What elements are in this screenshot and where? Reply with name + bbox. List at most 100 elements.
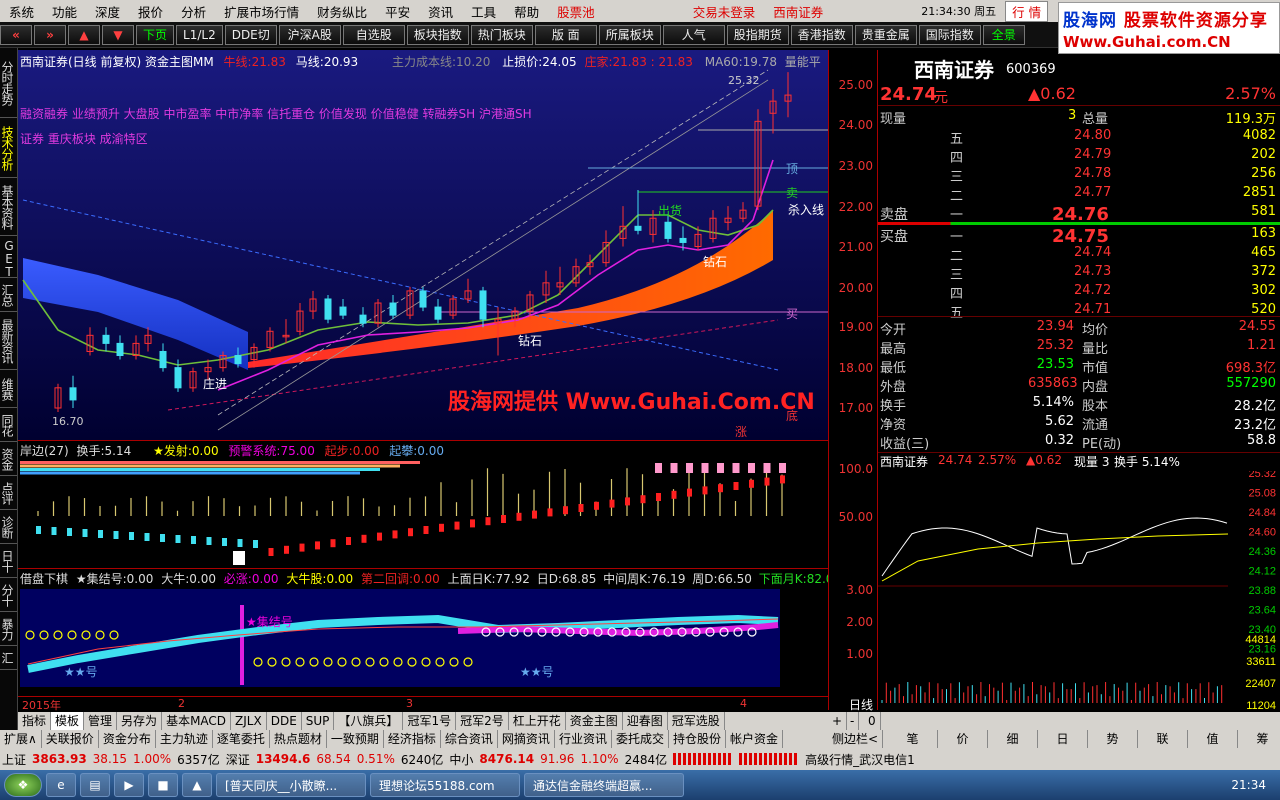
left-tab-latest-news[interactable]: 最新资讯 [0,312,17,370]
menu-analysis[interactable]: 分析 [172,2,215,21]
indicator-panel-chess[interactable]: 借盘下棋 ★集结号:0.00 大牛:0.00 必涨:0.00 大牛股:0.00 … [18,568,841,696]
menu-news[interactable]: 资讯 [419,2,462,21]
sector-index-button[interactable]: 板块指数 [406,24,469,45]
reset-icon[interactable]: 0 [864,712,881,730]
bid-row[interactable]: 一 24.75 163 [878,226,1280,247]
up-arrow-icon[interactable]: ▲ [68,24,100,45]
left-tab-get[interactable]: GET [0,236,17,278]
quote-side-tab[interactable]: 筹 [1238,730,1280,748]
indicator-panel-anbian[interactable]: 岸边(27) 换手:5.14 ★发射:0.00 预警系统:75.00 起步:0.… [18,440,828,568]
function-tab-1[interactable]: 关联报价 [42,730,99,748]
quote-side-tab[interactable]: 日 [1038,730,1088,748]
watchlist-button[interactable]: 自选股 [342,24,405,45]
ask-row[interactable]: 五 24.80 4082 [878,128,1280,147]
quote-side-tab[interactable]: 笔 [888,730,938,748]
app-icon[interactable]: ■ [148,773,178,797]
function-tab-2[interactable]: 资金分布 [99,730,156,748]
indicator-tab-11[interactable]: 杠上开花 [509,712,566,730]
ask-row[interactable]: 四 24.79 202 [878,147,1280,166]
bid-row[interactable]: 二 24.74 465 [878,245,1280,264]
hot-sector-button[interactable]: 热门板块 [470,24,533,45]
popularity-button[interactable]: 人气 [662,24,725,45]
left-tab-violent[interactable]: 暴力 [0,612,17,646]
function-tab-0[interactable]: 扩展∧ [0,730,42,748]
indicator-tab-13[interactable]: 迎春图 [623,712,668,730]
panorama-button[interactable]: 全景 [982,24,1025,45]
function-tab-8[interactable]: 综合资讯 [441,730,498,748]
taskbar-item-forum[interactable]: [普天同庆__小散瞭... [216,773,366,797]
left-tab-fundamentals[interactable]: 基本资料 [0,178,17,236]
left-tab-tonghua[interactable]: 同花 [0,408,17,442]
indicator-tab-5[interactable]: ZJLX [231,712,267,730]
intl-index-button[interactable]: 国际指数 [918,24,981,45]
function-tab-10[interactable]: 行业资讯 [555,730,612,748]
l1l2-button[interactable]: L1/L2 [176,24,223,45]
menu-system[interactable]: 系统 [0,2,43,21]
menu-help[interactable]: 帮助 [505,2,548,21]
menu-pingan[interactable]: 平安 [376,2,419,21]
left-tab-technical[interactable]: 技术分析 [0,118,17,178]
indicator-tab-4[interactable]: 基本MACD [162,712,232,730]
next-page-icon[interactable]: » [34,24,66,45]
own-sector-button[interactable]: 所属板块 [598,24,661,45]
intraday-chart[interactable]: 25.32 25.08 24.84 24.60 24.36 24.12 23.88 23.64… [878,471,1280,711]
prev-page-icon[interactable]: « [0,24,32,45]
function-tab-6[interactable]: 一致预期 [327,730,384,748]
indicator-tab-3[interactable]: 另存为 [117,712,163,730]
indicator-tab-1[interactable]: 模板 [51,712,85,730]
bid-row[interactable]: 三 24.73 372 [878,264,1280,283]
next-page-button[interactable]: 下页 [136,24,175,45]
indicator-tab-2[interactable]: 管理 [84,712,118,730]
kline-main-chart[interactable]: 西南证券(日线 前复权) 资金主图MM 牛线:21.83 马线:20.93 主力… [18,50,828,440]
server-name[interactable]: 高级行情_武汉电信1 [805,751,915,768]
chart-app-icon[interactable]: ▲ [182,773,212,797]
media-icon[interactable]: ▶ [114,773,144,797]
quote-side-tab[interactable]: 值 [1188,730,1238,748]
ie-icon[interactable]: e [46,773,76,797]
function-tab-11[interactable]: 委托成交 [612,730,669,748]
sidebar-toggle-button[interactable]: 侧边栏< [828,730,884,748]
function-tab-3[interactable]: 主力轨迹 [156,730,213,748]
menu-stock-pool[interactable]: 股票池 [548,2,604,21]
quote-button[interactable]: 行 情 [1005,0,1049,22]
dde-switch-button[interactable]: DDE切 [224,24,277,45]
zoom-out-icon[interactable]: - [846,712,860,730]
left-tab-intraday[interactable]: 分时走势 [0,48,17,118]
function-tab-9[interactable]: 网摘资讯 [498,730,555,748]
indicator-tab-14[interactable]: 冠军选股 [668,712,725,730]
period-label[interactable]: 日线 [849,696,873,713]
indicator-tab-0[interactable]: 指标 [18,712,52,730]
menu-depth[interactable]: 深度 [86,2,129,21]
left-tab-summary[interactable]: 汇总 [0,278,17,312]
login-status[interactable]: 交易未登录 [684,2,765,21]
indicator-tab-6[interactable]: DDE [267,712,302,730]
down-arrow-icon[interactable]: ▼ [102,24,134,45]
left-tab-min10[interactable]: 分十 [0,578,17,612]
indicator-tab-9[interactable]: 冠军1号 [403,712,457,730]
function-tab-7[interactable]: 经济指标 [384,730,441,748]
function-tab-5[interactable]: 热点题材 [270,730,327,748]
left-tab-day10[interactable]: 日十 [0,544,17,578]
quote-side-tab[interactable]: 价 [938,730,988,748]
ask-row[interactable]: 三 24.78 256 [878,166,1280,185]
folder-icon[interactable]: ▤ [80,773,110,797]
function-tab-13[interactable]: 帐户资金 [726,730,783,748]
taskbar-item-lixiang[interactable]: 理想论坛55188.com [370,773,520,797]
left-tab-diagnose[interactable]: 诊断 [0,510,17,544]
menu-quote[interactable]: 报价 [129,2,172,21]
indicator-tab-12[interactable]: 资金主图 [566,712,623,730]
left-tab-funds[interactable]: 资金 [0,442,17,476]
taskbar-item-tdx[interactable]: 通达信金融终端超赢... [524,773,684,797]
precious-metal-button[interactable]: 贵重金属 [854,24,917,45]
menu-finance[interactable]: 财务纵比 [308,2,376,21]
start-button-icon[interactable]: ❖ [4,773,42,797]
zoom-in-icon[interactable]: + [828,712,848,730]
quote-side-tab[interactable]: 联 [1138,730,1188,748]
layout-button[interactable]: 版 面 [534,24,597,45]
quote-side-tab[interactable]: 细 [988,730,1038,748]
left-tab-weisai[interactable]: 维赛 [0,370,17,408]
indicator-tab-7[interactable]: SUP [302,712,335,730]
bid-row[interactable]: 四 24.72 302 [878,283,1280,302]
left-tab-comment[interactable]: 点评 [0,476,17,510]
indicator-tab-8[interactable]: 【八旗兵】 [334,712,404,730]
